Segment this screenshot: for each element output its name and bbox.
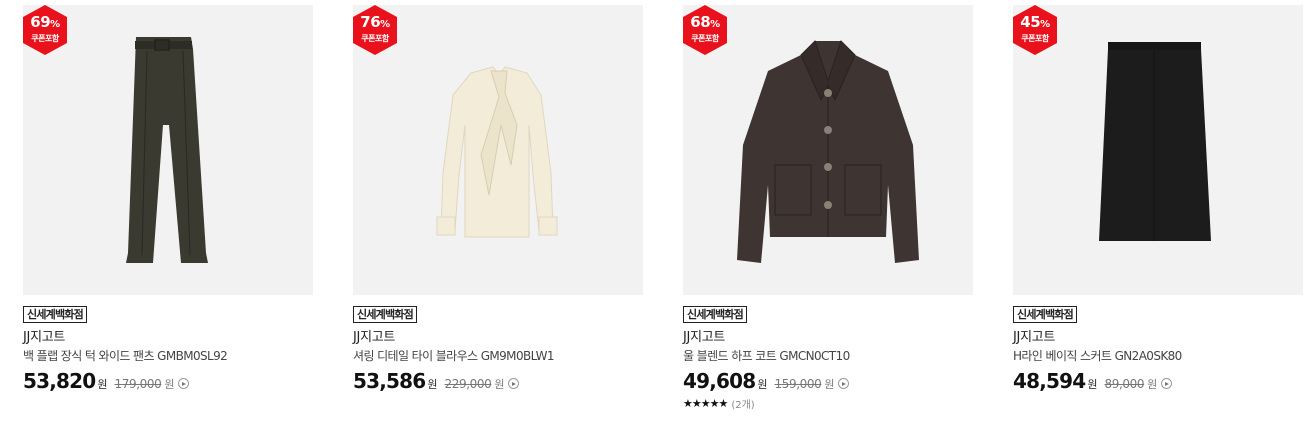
currency-label: 원 — [1087, 378, 1098, 391]
currency-label: 원 — [97, 378, 108, 391]
currency-label: 원 — [164, 378, 175, 391]
coupon-label: 쿠폰포함 — [361, 34, 389, 43]
percent-sign: % — [710, 19, 720, 30]
product-card[interactable]: 45% 쿠폰포함 신세계백화점 JJ지고트 H라인 베이직 스커트 GN2A0S… — [1013, 5, 1303, 393]
price-row: 53,820 원 179,000 원 — [23, 369, 313, 393]
sale-price: 53,586 — [353, 369, 426, 393]
product-image[interactable]: 69% 쿠폰포함 — [23, 5, 313, 295]
product-name[interactable]: 울 블렌드 하프 코트 GMCN0CT10 — [683, 348, 973, 364]
product-name[interactable]: 셔링 디테일 타이 블라우스 GM9M0BLW1 — [353, 348, 643, 364]
percent-sign: % — [380, 19, 390, 30]
product-image[interactable]: 76% 쿠폰포함 — [353, 5, 643, 295]
discount-percent: 76 — [360, 13, 381, 31]
product-card[interactable]: 76% 쿠폰포함 신세계백화점 JJ지고트 셔링 디테일 타이 블라우스 GM9… — [353, 5, 643, 393]
coupon-label: 쿠폰포함 — [31, 34, 59, 43]
product-image[interactable]: 45% 쿠폰포함 — [1013, 5, 1303, 295]
discount-badge: 69% 쿠폰포함 — [23, 5, 67, 55]
discount-badge: 45% 쿠폰포함 — [1013, 5, 1057, 55]
price-info-icon[interactable] — [508, 378, 520, 389]
price-info-icon[interactable] — [838, 378, 850, 389]
currency-label: 원 — [427, 378, 438, 391]
price-row: 48,594 원 89,000 원 — [1013, 369, 1303, 393]
currency-label: 원 — [757, 378, 768, 391]
discount-badge: 68% 쿠폰포함 — [683, 5, 727, 55]
coupon-label: 쿠폰포함 — [691, 34, 719, 43]
price-row: 53,586 원 229,000 원 — [353, 369, 643, 393]
brand-name[interactable]: JJ지고트 — [1013, 330, 1303, 346]
percent-sign: % — [1040, 19, 1050, 30]
product-grid: 69% 쿠폰포함 신세계백화점 JJ지고트 백 플랩 장식 턱 와이드 팬츠 G… — [0, 0, 1306, 427]
discount-percent: 69 — [30, 13, 51, 31]
sale-price: 53,820 — [23, 369, 96, 393]
coupon-label: 쿠폰포함 — [1021, 34, 1049, 43]
currency-label: 원 — [494, 378, 505, 391]
discount-percent: 45 — [1020, 13, 1041, 31]
price-info-icon[interactable] — [178, 378, 190, 389]
currency-label: 원 — [1147, 378, 1158, 391]
store-tag: 신세계백화점 — [1013, 306, 1077, 323]
brand-name[interactable]: JJ지고트 — [23, 330, 313, 346]
rating-stars: ★★★★★ — [683, 397, 728, 410]
product-image[interactable]: 68% 쿠폰포함 — [683, 5, 973, 295]
percent-sign: % — [50, 19, 60, 30]
store-tag: 신세계백화점 — [353, 306, 417, 323]
sale-price: 48,594 — [1013, 369, 1086, 393]
product-card[interactable]: 69% 쿠폰포함 신세계백화점 JJ지고트 백 플랩 장식 턱 와이드 팬츠 G… — [23, 5, 313, 393]
review-count: (2개) — [731, 400, 755, 411]
brand-name[interactable]: JJ지고트 — [353, 330, 643, 346]
product-name[interactable]: H라인 베이직 스커트 GN2A0SK80 — [1013, 348, 1303, 364]
store-tag: 신세계백화점 — [683, 306, 747, 323]
original-price: 229,000 — [444, 377, 492, 391]
original-price: 159,000 — [774, 377, 822, 391]
discount-badge: 76% 쿠폰포함 — [353, 5, 397, 55]
product-name[interactable]: 백 플랩 장식 턱 와이드 팬츠 GMBM0SL92 — [23, 348, 313, 364]
original-price: 179,000 — [114, 377, 162, 391]
discount-percent: 68 — [690, 13, 711, 31]
sale-price: 49,608 — [683, 369, 756, 393]
price-info-icon[interactable] — [1161, 378, 1173, 389]
brand-name[interactable]: JJ지고트 — [683, 330, 973, 346]
original-price: 89,000 — [1104, 377, 1145, 391]
store-tag: 신세계백화점 — [23, 306, 87, 323]
rating[interactable]: ★★★★★ (2개) — [683, 396, 973, 411]
currency-label: 원 — [824, 378, 835, 391]
price-row: 49,608 원 159,000 원 — [683, 369, 973, 393]
product-card[interactable]: 68% 쿠폰포함 신세계백화점 JJ지고트 울 블렌드 하프 코트 GMCN0C… — [683, 5, 973, 411]
